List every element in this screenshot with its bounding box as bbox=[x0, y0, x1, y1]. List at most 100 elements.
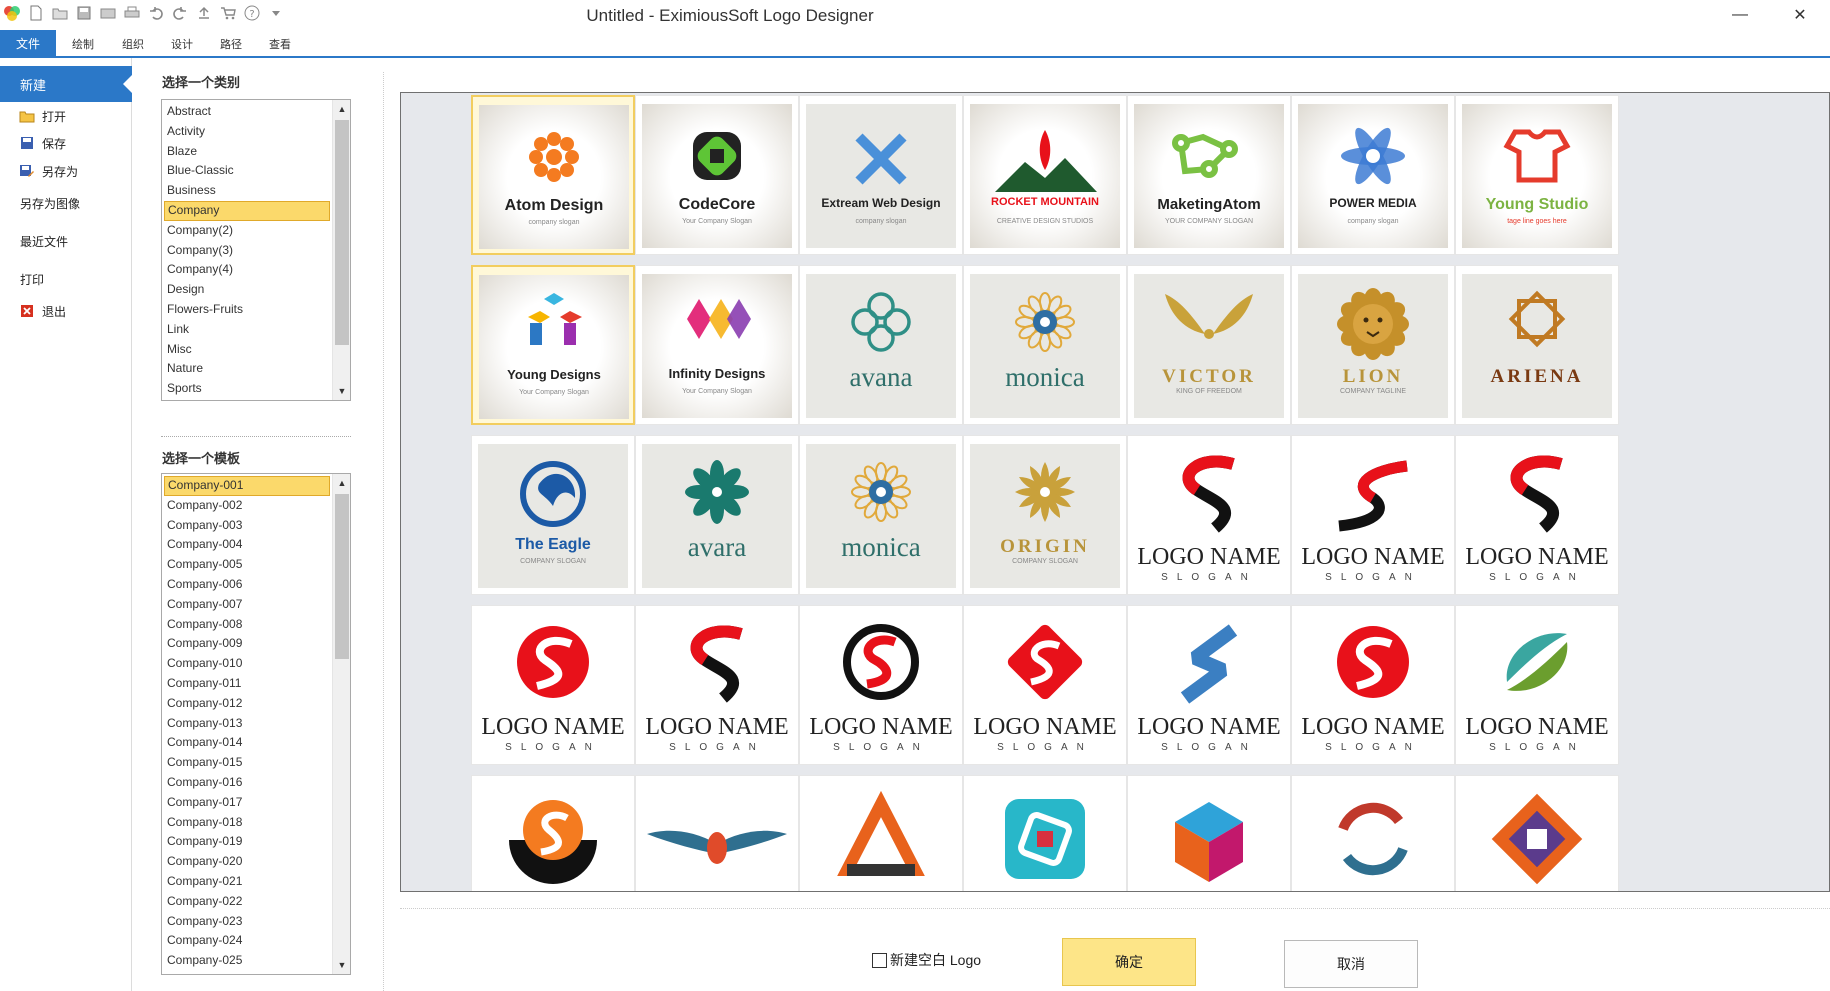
logo-template-tile[interactable] bbox=[799, 775, 963, 891]
logo-template-tile[interactable]: Young Designs Your Company Slogan bbox=[471, 265, 635, 425]
template-item[interactable]: Company-018 bbox=[164, 813, 330, 833]
template-item[interactable]: Company-003 bbox=[164, 516, 330, 536]
close-button[interactable]: ✕ bbox=[1770, 0, 1830, 30]
logo-template-tile[interactable]: Atom Design company slogan bbox=[471, 95, 635, 255]
blank-logo-checkbox[interactable]: 新建空白 Logo bbox=[872, 950, 981, 970]
logo-template-tile[interactable] bbox=[635, 775, 799, 891]
logo-template-tile[interactable]: LOGO NAME SLOGAN bbox=[1455, 435, 1619, 595]
category-list[interactable]: Abstract Activity Blaze Blue-Classic Busines… bbox=[161, 99, 351, 401]
logo-template-tile[interactable]: LOGO NAME SLOGAN bbox=[635, 605, 799, 765]
template-item[interactable]: Company-020 bbox=[164, 852, 330, 872]
category-item[interactable]: Blue-Classic bbox=[164, 161, 330, 181]
template-item[interactable]: Company-013 bbox=[164, 714, 330, 734]
logo-template-tile[interactable]: Infinity Designs Your Company Slogan bbox=[635, 265, 799, 425]
category-item[interactable]: Company(4) bbox=[164, 260, 330, 280]
category-item[interactable]: Business bbox=[164, 181, 330, 201]
template-item[interactable]: Company-021 bbox=[164, 872, 330, 892]
logo-template-tile[interactable]: LOGO NAME SLOGAN bbox=[471, 605, 635, 765]
template-item[interactable]: Company-016 bbox=[164, 773, 330, 793]
category-item[interactable]: Activity bbox=[164, 122, 330, 142]
logo-template-tile[interactable]: VICTOR KING OF FREEDOM bbox=[1127, 265, 1291, 425]
logo-template-tile[interactable]: LOGO NAME SLOGAN bbox=[799, 605, 963, 765]
cancel-button[interactable]: 取消 bbox=[1284, 940, 1418, 988]
logo-template-tile[interactable]: ROCKET MOUNTAIN CREATIVE DESIGN STUDIOS bbox=[963, 95, 1127, 255]
template-item[interactable]: Company-008 bbox=[164, 615, 330, 635]
minimize-button[interactable]: — bbox=[1710, 0, 1770, 30]
menu-save-as[interactable]: 另存为 bbox=[0, 158, 132, 184]
template-item[interactable]: Company-015 bbox=[164, 753, 330, 773]
template-item[interactable]: Company-011 bbox=[164, 674, 330, 694]
template-item[interactable]: Company-002 bbox=[164, 496, 330, 516]
template-item[interactable]: Company-007 bbox=[164, 595, 330, 615]
category-item[interactable]: Company bbox=[164, 200, 330, 221]
scroll-down-icon[interactable]: ▼ bbox=[333, 956, 350, 974]
scroll-up-icon[interactable]: ▲ bbox=[333, 100, 350, 118]
logo-template-tile[interactable]: MaketingAtom YOUR COMPANY SLOGAN bbox=[1127, 95, 1291, 255]
template-item[interactable]: Company-014 bbox=[164, 733, 330, 753]
category-item[interactable]: Blaze bbox=[164, 142, 330, 162]
template-item[interactable]: Company-024 bbox=[164, 931, 330, 951]
category-item[interactable]: Flowers-Fruits bbox=[164, 300, 330, 320]
menu-save[interactable]: 保存 bbox=[0, 130, 132, 156]
scroll-thumb[interactable] bbox=[335, 120, 349, 345]
template-item[interactable]: Company-004 bbox=[164, 535, 330, 555]
logo-template-tile[interactable]: ARIENA bbox=[1455, 265, 1619, 425]
logo-template-tile[interactable]: LION COMPANY TAGLINE bbox=[1291, 265, 1455, 425]
logo-template-tile[interactable]: Extream Web Design company slogan bbox=[799, 95, 963, 255]
template-item[interactable]: Company-017 bbox=[164, 793, 330, 813]
logo-template-tile[interactable]: LOGO NAME SLOGAN bbox=[963, 605, 1127, 765]
tab-file[interactable]: 文件 bbox=[0, 30, 56, 56]
logo-template-tile[interactable]: LOGO NAME SLOGAN bbox=[1127, 435, 1291, 595]
scroll-down-icon[interactable]: ▼ bbox=[333, 382, 350, 400]
logo-template-tile[interactable]: avana bbox=[799, 265, 963, 425]
checkbox-box[interactable] bbox=[872, 952, 887, 968]
scroll-up-icon[interactable]: ▲ bbox=[333, 474, 350, 492]
logo-template-tile[interactable]: CodeCore Your Company Slogan bbox=[635, 95, 799, 255]
ok-button[interactable]: 确定 bbox=[1062, 938, 1196, 986]
menu-print[interactable]: 打印 bbox=[0, 266, 132, 292]
logo-template-tile[interactable]: The Eagle COMPANY SLOGAN bbox=[471, 435, 635, 595]
logo-template-tile[interactable]: POWER MEDIA company slogan bbox=[1291, 95, 1455, 255]
scroll-thumb[interactable] bbox=[335, 494, 349, 659]
category-item[interactable]: Company(3) bbox=[164, 241, 330, 261]
logo-template-tile[interactable]: monica bbox=[963, 265, 1127, 425]
menu-open[interactable]: 打开 bbox=[0, 103, 132, 129]
logo-template-tile[interactable] bbox=[1291, 775, 1455, 891]
template-item[interactable]: Company-010 bbox=[164, 654, 330, 674]
tab-view[interactable]: 查看 bbox=[269, 36, 291, 52]
template-item[interactable]: Company-001 bbox=[164, 476, 330, 496]
template-item[interactable]: Company-009 bbox=[164, 634, 330, 654]
menu-save-as-image[interactable]: 另存为图像 bbox=[0, 190, 132, 216]
logo-template-tile[interactable] bbox=[963, 775, 1127, 891]
menu-new[interactable]: 新建 bbox=[0, 66, 133, 102]
category-scrollbar[interactable]: ▲ ▼ bbox=[332, 100, 350, 400]
logo-template-tile[interactable]: avara bbox=[635, 435, 799, 595]
menu-exit[interactable]: 退出 bbox=[0, 298, 132, 324]
template-item[interactable]: Company-023 bbox=[164, 912, 330, 932]
logo-template-tile[interactable]: ORIGIN COMPANY SLOGAN bbox=[963, 435, 1127, 595]
category-item[interactable]: Link bbox=[164, 320, 330, 340]
template-item[interactable]: Company-006 bbox=[164, 575, 330, 595]
template-item[interactable]: Company-012 bbox=[164, 694, 330, 714]
menu-recent-files[interactable]: 最近文件 bbox=[0, 228, 132, 254]
logo-template-tile[interactable] bbox=[1455, 775, 1619, 891]
logo-template-tile[interactable] bbox=[471, 775, 635, 891]
tab-draw[interactable]: 绘制 bbox=[72, 36, 94, 52]
logo-template-tile[interactable]: LOGO NAME SLOGAN bbox=[1291, 605, 1455, 765]
category-item[interactable]: Company(2) bbox=[164, 221, 330, 241]
category-item[interactable]: Design bbox=[164, 280, 330, 300]
template-item[interactable]: Company-005 bbox=[164, 555, 330, 575]
tab-design[interactable]: 设计 bbox=[171, 36, 193, 52]
category-item[interactable]: Nature bbox=[164, 359, 330, 379]
template-item[interactable]: Company-025 bbox=[164, 951, 330, 971]
template-item[interactable]: Company-019 bbox=[164, 832, 330, 852]
logo-template-tile[interactable]: LOGO NAME SLOGAN bbox=[1291, 435, 1455, 595]
category-item[interactable]: Misc bbox=[164, 340, 330, 360]
category-item[interactable]: Abstract bbox=[164, 102, 330, 122]
logo-template-tile[interactable]: LOGO NAME SLOGAN bbox=[1455, 605, 1619, 765]
logo-template-tile[interactable]: Young Studio tage line goes here bbox=[1455, 95, 1619, 255]
template-list[interactable]: Company-001 Company-002 Company-003 Company… bbox=[161, 473, 351, 975]
logo-template-tile[interactable]: LOGO NAME SLOGAN bbox=[1127, 605, 1291, 765]
category-item[interactable]: Sports bbox=[164, 379, 330, 399]
logo-template-tile[interactable] bbox=[1127, 775, 1291, 891]
